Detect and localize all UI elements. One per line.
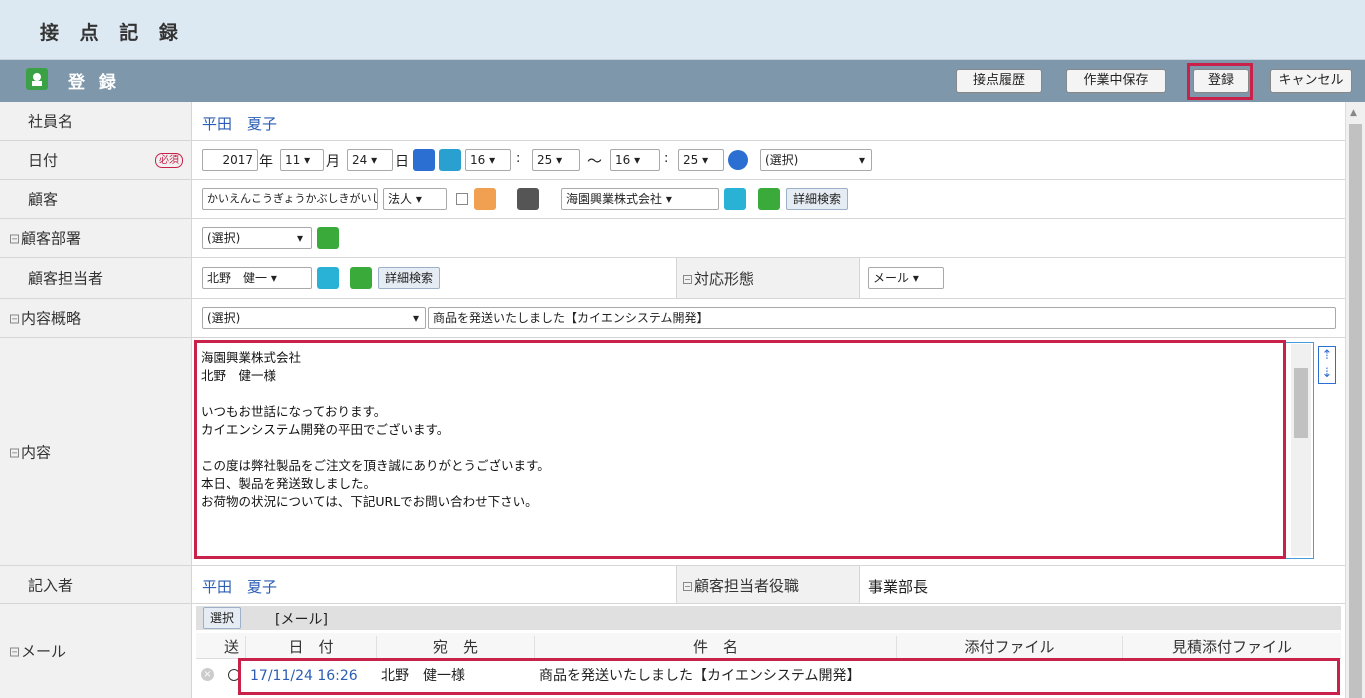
send-radio[interactable] [228,669,240,681]
dept-select[interactable]: (選択) ▾ [202,227,312,249]
delete-icon[interactable]: × [201,668,214,681]
writer-name[interactable]: 平田 夏子 [202,576,277,597]
label-contact-role: − 顧客担当者役職 [683,577,800,595]
content-textarea[interactable]: 海園興業株式会社 北野 健一様 いつもお世話になっております。 カイエンシステム… [196,342,1314,559]
label-date: 日付 [28,151,59,170]
label-employee: 社員名 [28,112,74,131]
col-send: 送 [218,636,246,658]
row-date: 日付 必須 2017 年 11 ▾ 月 24 ▾ 日 16 ▾ : 25 ▾ ～… [0,141,1345,180]
required-badge: 必須 [155,153,183,168]
day-select[interactable]: 24 ▾ [347,149,393,171]
label-content: − 内容 [10,443,52,461]
save-draft-button[interactable]: 作業中保存 [1066,69,1166,93]
employee-name[interactable]: 平田 夏子 [202,113,277,134]
label-customer: 顧客 [28,190,59,209]
search-icon[interactable] [724,188,746,210]
cancel-button[interactable]: キャンセル [1270,69,1352,93]
mail-subject[interactable]: 商品を発送いたしました【カイエンシステム開発】 [539,662,860,690]
summary-select[interactable]: (選択) ▾ [202,307,426,329]
scroll-up-icon[interactable]: ▲ [1350,108,1357,118]
page-scrollbar-thumb[interactable] [1349,124,1362,698]
col-subject: 件 名 [535,636,897,658]
customer-type-select[interactable]: 法人 ▾ [383,188,447,210]
contact-select[interactable]: 北野 健一 ▾ [202,267,312,289]
start-hour-select[interactable]: 16 ▾ [465,149,511,171]
col-date: 日 付 [246,636,377,658]
row-summary: − 内容概略 (選択) ▾ 商品を発送いたしました【カイエンシステム開発】 [0,299,1345,338]
label-mail: − メール [10,642,67,661]
row-dept: − 顧客部署 (選択) ▾ [0,219,1345,258]
label-contact: 顧客担当者 [28,269,104,288]
year-input[interactable]: 2017 [202,149,258,171]
mail-tab[interactable]: [メール] [275,609,328,629]
month-select[interactable]: 11 ▾ [280,149,324,171]
person-icon[interactable] [474,188,496,210]
label-dept: − 顧客部署 [10,229,82,248]
customer-checkbox[interactable] [456,193,468,205]
start-minute-select[interactable]: 25 ▾ [532,149,580,171]
dept-edit-icon[interactable] [317,227,339,249]
register-icon [26,68,48,90]
company-select[interactable]: 海園興業株式会社 ▾ [561,188,719,210]
row-writer: 記入者 平田 夏子 − 顧客担当者役職 事業部長 [0,566,1345,604]
contact-edit-icon[interactable] [350,267,372,289]
end-minute-select[interactable]: 25 ▾ [678,149,724,171]
end-hour-select[interactable]: 16 ▾ [610,149,660,171]
customer-kana-input[interactable]: かいえんこうぎょうかぶしきがいし [202,188,378,210]
mail-toolbar [196,606,1341,630]
calendar-icon[interactable] [413,149,435,171]
contact-detail-search-button[interactable]: 詳細検索 [378,267,441,289]
mail-select-button[interactable]: 選択 [203,607,242,629]
contact-history-button[interactable]: 接点履歴 [956,69,1042,93]
contact-search-icon[interactable] [317,267,339,289]
contact-role-value: 事業部長 [868,578,929,596]
clock-icon[interactable] [728,150,748,170]
col-quote-attachment: 見積添付ファイル [1171,638,1292,656]
mail-date[interactable]: 17/11/24 16:26 [250,662,358,690]
row-contact: 顧客担当者 北野 健一 ▾ 詳細検索 − 対応形態 メール ▾ [0,258,1345,299]
today-icon[interactable] [439,149,461,171]
label-response-form: − 対応形態 [683,270,755,288]
col-attachment: 添付ファイル [897,636,1123,658]
label-summary: − 内容概略 [10,309,82,328]
time-select[interactable]: (選択) ▾ [760,149,872,171]
summary-input[interactable]: 商品を発送いたしました【カイエンシステム開発】 [428,307,1336,329]
row-employee: 社員名 平田 夏子 [0,102,1345,141]
section-title: 登 録 [68,73,120,93]
title-bar: 接 点 記 録 [0,0,1365,60]
label-writer: 記入者 [28,576,74,594]
register-button[interactable]: 登録 [1193,69,1249,93]
binoculars-icon[interactable] [517,188,539,210]
response-form-select[interactable]: メール ▾ [868,267,944,289]
mail-to: 北野 健一様 [381,668,465,684]
edit-icon[interactable] [758,188,780,210]
customer-detail-search-button[interactable]: 詳細検索 [786,188,849,210]
row-customer: 顧客 かいえんこうぎょうかぶしきがいし 法人 ▾ 海園興業株式会社 ▾ 詳細検索 [0,180,1345,219]
col-to: 宛 先 [377,636,535,658]
expand-arrows-icon[interactable]: ⇡ ⇣ [1318,346,1336,384]
page-title: 接 点 記 録 [40,22,185,44]
